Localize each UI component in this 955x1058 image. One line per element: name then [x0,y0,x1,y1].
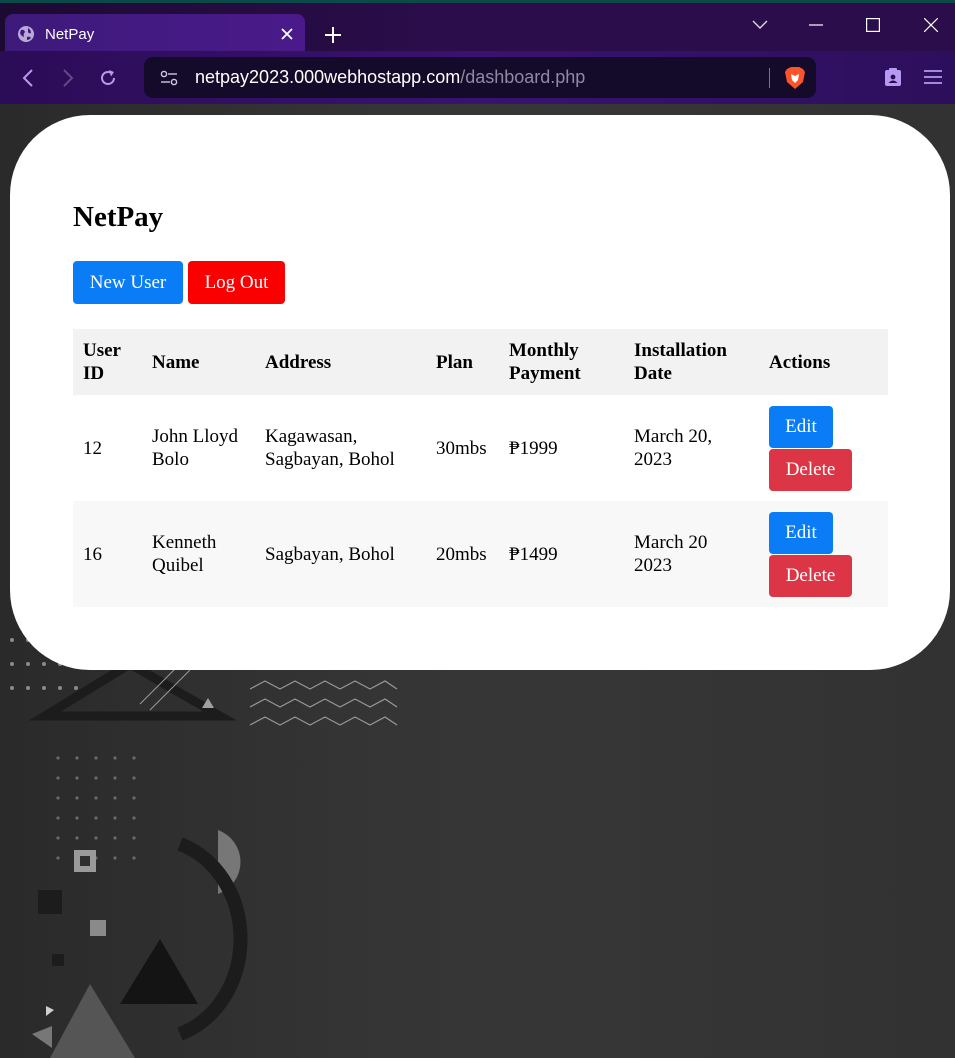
header-plan: Plan [426,329,499,395]
table-header-row: User ID Name Address Plan Monthly Paymen… [73,329,888,395]
header-address: Address [255,329,426,395]
new-user-button[interactable]: New User [73,261,183,304]
page-title: NetPay [73,201,164,233]
cell-name: Kenneth Quibel [142,501,255,607]
globe-icon [18,26,34,42]
window-close-icon[interactable] [916,13,946,37]
cell-plan: 30mbs [426,395,499,501]
back-icon[interactable] [13,63,43,93]
cell-name: John Lloyd Bolo [142,395,255,501]
forward-icon[interactable] [53,63,83,93]
log-out-button[interactable]: Log Out [188,261,285,304]
cell-user-id: 12 [73,395,142,501]
tab-strip: NetPay [0,0,955,54]
plus-icon[interactable] [318,20,348,50]
table-row: 16 Kenneth Quibel Sagbayan, Bohol 20mbs … [73,501,888,607]
url-host: netpay2023.000webhostapp.com [195,67,461,87]
edit-button[interactable]: Edit [769,511,833,554]
url-text[interactable]: netpay2023.000webhostapp.com/dashboard.p… [195,67,585,88]
address-bar[interactable]: netpay2023.000webhostapp.com/dashboard.p… [144,57,816,98]
close-icon[interactable] [273,20,301,48]
maximize-icon[interactable] [858,13,888,37]
menu-icon[interactable] [921,65,945,89]
tab-title: NetPay [45,25,95,43]
cell-plan: 20mbs [426,501,499,607]
minimize-icon[interactable] [801,13,831,37]
browser-tab[interactable]: NetPay [5,14,305,54]
header-installation-date: Installation Date [624,329,759,395]
cell-address: Kagawasan, Sagbayan, Bohol [255,395,426,501]
cell-installation-date: March 20 2023 [624,501,759,607]
brave-shield-icon[interactable] [784,66,806,90]
users-table: User ID Name Address Plan Monthly Paymen… [73,329,888,607]
edit-button[interactable]: Edit [769,405,833,448]
cell-actions: Edit Delete [759,501,888,607]
reload-icon[interactable] [93,63,123,93]
dashboard-card: NetPay New User Log Out User ID Name Add… [10,115,950,670]
cell-user-id: 16 [73,501,142,607]
cell-installation-date: March 20, 2023 [624,395,759,501]
browser-toolbar: netpay2023.000webhostapp.com/dashboard.p… [0,51,955,104]
site-settings-icon[interactable] [159,68,179,88]
header-name: Name [142,329,255,395]
cell-monthly-payment: ₱1499 [499,501,624,607]
url-divider [769,68,770,88]
cell-address: Sagbayan, Bohol [255,501,426,607]
url-path: /dashboard.php [460,67,586,87]
chevron-down-icon[interactable] [745,13,775,37]
cell-monthly-payment: ₱1999 [499,395,624,501]
table-row: 12 John Lloyd Bolo Kagawasan, Sagbayan, … [73,395,888,501]
clipboard-icon[interactable] [881,65,905,89]
cell-actions: Edit Delete [759,395,888,501]
header-actions: Actions [759,329,888,395]
delete-button[interactable]: Delete [769,448,852,491]
header-user-id: User ID [73,329,142,395]
header-monthly-payment: Monthly Payment [499,329,624,395]
delete-button[interactable]: Delete [769,554,852,597]
